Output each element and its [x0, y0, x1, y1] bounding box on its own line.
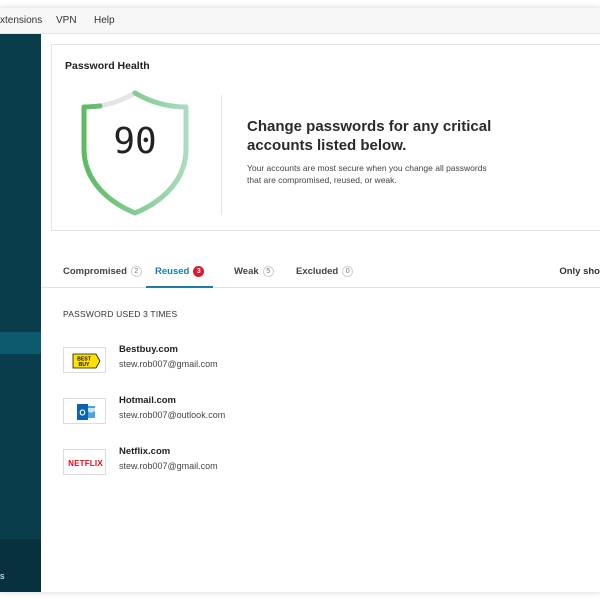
- menu-help[interactable]: Help: [94, 15, 115, 26]
- svg-text:O: O: [79, 409, 85, 418]
- tab-compromised[interactable]: Compromised 2: [63, 266, 142, 288]
- menu-bar: xtensions VPN Help: [0, 8, 600, 34]
- site-username: stew.rob007@gmail.com: [119, 461, 218, 471]
- account-row-hotmail[interactable]: O Hotmail.com stew.rob007@outlook.com: [63, 395, 563, 431]
- health-score: 90: [113, 121, 157, 162]
- tab-label: Compromised: [63, 266, 127, 277]
- menu-extensions[interactable]: xtensions: [0, 15, 42, 26]
- tab-bar: Compromised 2 Reused 3 Weak 5 Excluded 0 Onl…: [41, 258, 600, 288]
- count-badge: 5: [262, 266, 274, 277]
- site-username: stew.rob007@gmail.com: [119, 359, 218, 369]
- site-name: Bestbuy.com: [119, 344, 178, 355]
- app-window: xtensions VPN Help s Password Health 90 …: [0, 8, 600, 592]
- tab-label: Reused: [155, 266, 190, 277]
- tab-label: Weak: [234, 266, 259, 277]
- card-divider: [221, 95, 222, 215]
- sidebar-bottom-label: s: [0, 571, 5, 581]
- tab-weak[interactable]: Weak 5: [234, 266, 274, 288]
- tab-excluded[interactable]: Excluded 0: [296, 266, 354, 288]
- sidebar-active-item[interactable]: [0, 332, 41, 354]
- health-headline: Change passwords for any critical accoun…: [247, 118, 492, 154]
- account-row-netflix[interactable]: NETFLIX Netflix.com stew.rob007@gmail.co…: [63, 446, 563, 482]
- site-name: Hotmail.com: [119, 395, 177, 406]
- health-description: Your accounts are most secure when you c…: [247, 163, 487, 185]
- menu-vpn[interactable]: VPN: [56, 15, 77, 26]
- netflix-logo: NETFLIX: [63, 449, 106, 475]
- svg-text:NETFLIX: NETFLIX: [68, 459, 103, 468]
- password-health-card: Password Health 90 Change passwords for …: [51, 44, 600, 231]
- outlook-logo: O: [63, 398, 106, 424]
- tab-reused[interactable]: Reused 3: [146, 266, 214, 288]
- site-name: Netflix.com: [119, 446, 171, 457]
- count-badge: 2: [130, 266, 142, 277]
- count-badge: 3: [193, 266, 205, 277]
- bestbuy-logo: BEST BUY: [63, 347, 106, 373]
- sidebar: s: [0, 34, 41, 592]
- count-badge: 0: [342, 266, 354, 277]
- site-username: stew.rob007@outlook.com: [119, 410, 226, 420]
- svg-text:BUY: BUY: [79, 362, 90, 368]
- only-show-filter[interactable]: Only sho: [559, 266, 600, 277]
- group-heading: PASSWORD USED 3 TIMES: [63, 309, 178, 319]
- sidebar-bottom-item[interactable]: s: [0, 539, 41, 592]
- tab-label: Excluded: [296, 266, 339, 277]
- card-title: Password Health: [65, 60, 150, 72]
- account-row-bestbuy[interactable]: BEST BUY Bestbuy.com stew.rob007@gmail.c…: [63, 344, 563, 380]
